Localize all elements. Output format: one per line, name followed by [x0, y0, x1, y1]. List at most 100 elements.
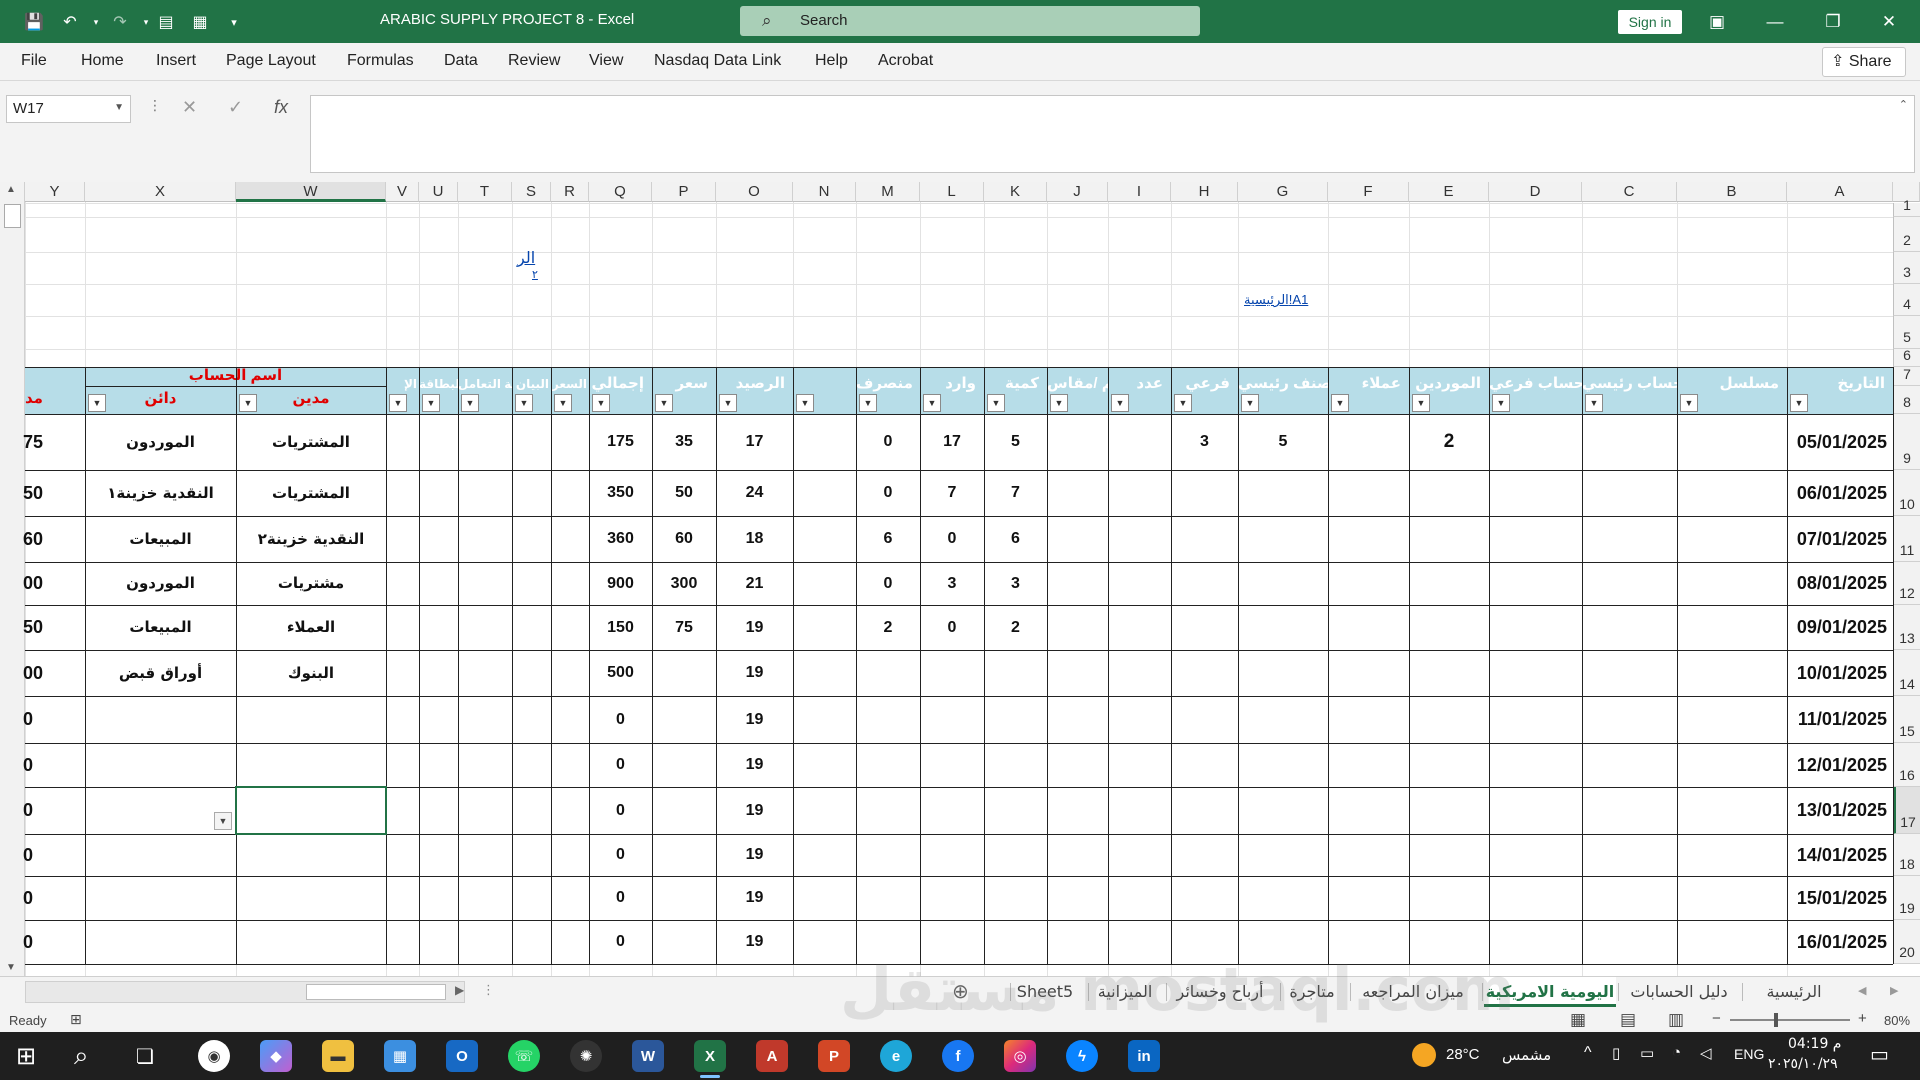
chevron-up-icon[interactable]: ^ [1584, 1044, 1592, 1062]
name-box[interactable]: W17 ▼ [6, 95, 131, 123]
row-header-3[interactable]: 3 [1893, 252, 1920, 284]
vertical-scrollbar[interactable] [0, 182, 25, 976]
cell-q[interactable]: 0 [589, 834, 652, 876]
minimize-icon[interactable]: — [1752, 8, 1798, 36]
cell-amount-clipped[interactable]: 0 [23, 876, 83, 920]
cell-credit-account[interactable] [85, 834, 236, 876]
filter-dropdown-s[interactable]: ▼ [515, 394, 533, 412]
clock-time[interactable]: 04:19 م [1788, 1036, 1841, 1052]
scroll-thumb[interactable] [306, 984, 446, 1000]
cell-e[interactable]: 2 [1409, 414, 1489, 470]
cell-k[interactable]: 3 [984, 562, 1047, 605]
cell-e[interactable] [1409, 516, 1489, 562]
cell-m[interactable]: 2 [856, 605, 920, 650]
hyperlink-cell-s3[interactable]: الر [517, 248, 535, 268]
cell-date[interactable]: 14/01/2025 [1787, 834, 1893, 876]
cell-m[interactable]: 0 [856, 414, 920, 470]
undo-icon[interactable]: ↶ [58, 10, 82, 34]
cell-p[interactable] [652, 920, 716, 964]
cell-h[interactable] [1171, 562, 1238, 605]
weather-sun-icon[interactable] [1412, 1043, 1436, 1067]
cell-k[interactable]: 7 [984, 470, 1047, 516]
sheet-tab-1[interactable]: الرئيسية [1744, 977, 1844, 1007]
column-header-v[interactable]: V [386, 182, 419, 202]
cell-m[interactable] [856, 787, 920, 834]
filter-dropdown-v[interactable]: ▼ [389, 394, 407, 412]
cell-l[interactable] [920, 787, 984, 834]
undo-dropdown-icon[interactable]: ▾ [84, 10, 108, 34]
cell-l[interactable] [920, 696, 984, 743]
cell-g[interactable] [1238, 696, 1328, 743]
column-header-p[interactable]: P [652, 182, 716, 202]
column-header-m[interactable]: M [856, 182, 920, 202]
save-icon[interactable]: 💾 [22, 10, 46, 34]
column-header-k[interactable]: K [984, 182, 1047, 202]
cell-g[interactable] [1238, 562, 1328, 605]
column-header-n[interactable]: N [793, 182, 856, 202]
cell-amount-clipped[interactable]: 50 [23, 470, 83, 516]
tab-review[interactable]: Review [508, 52, 560, 70]
cell-h[interactable] [1171, 787, 1238, 834]
cell-date[interactable]: 16/01/2025 [1787, 920, 1893, 964]
tab-nasdaq[interactable]: Nasdaq Data Link [654, 52, 781, 70]
column-header-j[interactable]: J [1047, 182, 1108, 202]
cell-date[interactable]: 12/01/2025 [1787, 743, 1893, 787]
row-header-2[interactable]: 2 [1893, 217, 1920, 252]
row-header-15[interactable]: 15 [1893, 696, 1920, 743]
cell-k[interactable]: 2 [984, 605, 1047, 650]
filter-dropdown-h[interactable]: ▼ [1174, 394, 1192, 412]
row-header-5[interactable]: 5 [1893, 316, 1920, 349]
tab-help[interactable]: Help [815, 52, 848, 70]
formula-input[interactable]: ⌃ [310, 95, 1915, 173]
column-header-c[interactable]: C [1582, 182, 1677, 202]
filter-dropdown-g[interactable]: ▼ [1241, 394, 1259, 412]
cell-debit-account[interactable]: المشتريات [236, 470, 386, 516]
cell-h[interactable] [1171, 516, 1238, 562]
table-icon[interactable]: ▦ [188, 10, 212, 34]
cell-q[interactable]: 350 [589, 470, 652, 516]
copilot-icon[interactable]: ◆ [260, 1040, 292, 1072]
column-header-u[interactable]: U [419, 182, 458, 202]
cell-debit-account[interactable]: العملاء [236, 605, 386, 650]
cell-g[interactable] [1238, 516, 1328, 562]
filter-dropdown-n[interactable]: ▼ [796, 394, 814, 412]
tab-home[interactable]: Home [81, 52, 124, 70]
filter-dropdown-q[interactable]: ▼ [592, 394, 610, 412]
column-header-s[interactable]: S [512, 182, 551, 202]
cell-k[interactable] [984, 696, 1047, 743]
row-header-12[interactable]: 12 [1893, 562, 1920, 605]
cell-amount-clipped[interactable]: 0 [23, 787, 83, 834]
column-header-b[interactable]: B [1677, 182, 1787, 202]
filter-dropdown-c[interactable]: ▼ [1585, 394, 1603, 412]
windows-start-icon[interactable]: ⊞ [16, 1042, 36, 1071]
column-header-e[interactable]: E [1409, 182, 1489, 202]
cell-l[interactable] [920, 743, 984, 787]
cell-debit-account[interactable] [236, 920, 386, 964]
cell-p[interactable]: 60 [652, 516, 716, 562]
row-header-20[interactable]: 20 [1893, 920, 1920, 964]
task-view-icon[interactable]: ❏ [136, 1044, 154, 1069]
cell-q[interactable]: 360 [589, 516, 652, 562]
edge-icon[interactable]: e [880, 1040, 912, 1072]
cell-l[interactable]: 3 [920, 562, 984, 605]
cell-k[interactable] [984, 787, 1047, 834]
cell-m[interactable] [856, 696, 920, 743]
cell-l[interactable] [920, 650, 984, 696]
cell-g[interactable] [1238, 787, 1328, 834]
cell-o[interactable]: 17 [716, 414, 793, 470]
cell-date[interactable]: 13/01/2025 [1787, 787, 1893, 834]
cell-dropdown-arrow[interactable]: ▼ [214, 812, 232, 830]
cell-g[interactable] [1238, 834, 1328, 876]
row-header-1[interactable]: 1 [1893, 197, 1920, 217]
cell-credit-account[interactable]: المبيعات [85, 605, 236, 650]
cell-l[interactable]: 0 [920, 516, 984, 562]
filter-dropdown-d[interactable]: ▼ [1492, 394, 1510, 412]
cell-date[interactable]: 09/01/2025 [1787, 605, 1893, 650]
chatgpt-icon[interactable]: ✺ [570, 1040, 602, 1072]
filter-dropdown-t[interactable]: ▼ [461, 394, 479, 412]
row-header-11[interactable]: 11 [1893, 516, 1920, 562]
ribbon-display-icon[interactable]: ▣ [1694, 8, 1740, 36]
row-header-13[interactable]: 13 [1893, 605, 1920, 650]
cell-amount-clipped[interactable]: 0 [23, 920, 83, 964]
zoom-slider-thumb[interactable] [1774, 1013, 1778, 1027]
